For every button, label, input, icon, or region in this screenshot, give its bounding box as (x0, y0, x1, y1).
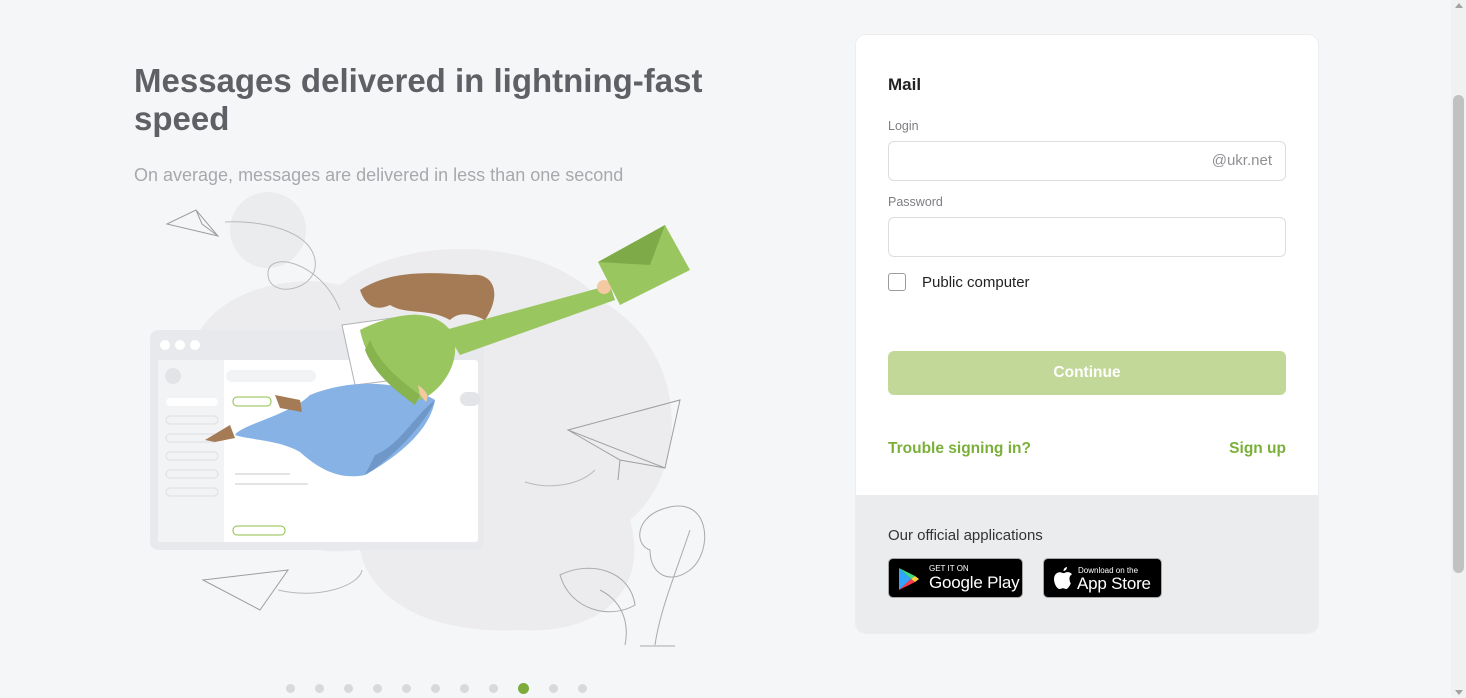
slide-dot[interactable] (344, 684, 353, 693)
promo-title: Messages delivered in lightning-fast spe… (134, 62, 703, 137)
login-form: Mail Login @ukr.net Password Public comp… (856, 35, 1318, 495)
login-field[interactable]: @ukr.net (888, 141, 1286, 181)
apps-title: Our official applications (888, 527, 1043, 544)
slide-pagination (276, 681, 597, 695)
login-domain-suffix: @ukr.net (1211, 152, 1272, 169)
password-label: Password (888, 195, 943, 209)
slide-dot-active[interactable] (518, 683, 529, 694)
slide-dot[interactable] (549, 684, 558, 693)
google-play-small-text: GET IT ON (929, 564, 969, 573)
apple-icon (1054, 567, 1072, 589)
app-store-badge[interactable]: Download on the App Store (1043, 558, 1162, 598)
google-play-icon (899, 568, 919, 590)
login-input[interactable] (889, 142, 1213, 178)
flying-woman-illustration (150, 192, 706, 647)
login-label: Login (888, 119, 919, 133)
slide-dot[interactable] (402, 684, 411, 693)
google-play-big-text: Google Play (929, 573, 1020, 592)
password-input[interactable] (889, 218, 1213, 254)
scroll-up-arrow-icon[interactable] (1455, 3, 1463, 8)
password-field[interactable] (888, 217, 1286, 257)
mail-heading: Mail (888, 75, 922, 94)
slide-dot[interactable] (373, 684, 382, 693)
sign-up-link[interactable]: Sign up (1229, 440, 1286, 458)
slide-dot[interactable] (489, 684, 498, 693)
public-computer-label[interactable]: Public computer (922, 274, 1030, 291)
login-card: Mail Login @ukr.net Password Public comp… (856, 35, 1318, 633)
slide-dot[interactable] (286, 684, 295, 693)
public-computer-checkbox[interactable] (888, 273, 906, 291)
trouble-signing-in-link[interactable]: Trouble signing in? (888, 440, 1031, 458)
promo-subtitle: On average, messages are delivered in le… (134, 165, 624, 185)
scroll-down-arrow-icon[interactable] (1455, 690, 1463, 695)
scrollbar-thumb[interactable] (1453, 95, 1464, 573)
google-play-badge[interactable]: GET IT ON Google Play (888, 558, 1023, 598)
slide-dot[interactable] (315, 684, 324, 693)
slide-dot[interactable] (578, 684, 587, 693)
slide-dot[interactable] (460, 684, 469, 693)
app-store-big-text: App Store (1077, 574, 1151, 593)
public-computer-row[interactable]: Public computer (888, 273, 1030, 291)
continue-button[interactable]: Continue (888, 351, 1286, 395)
page-scrollbar[interactable] (1451, 0, 1466, 698)
slide-dot[interactable] (431, 684, 440, 693)
